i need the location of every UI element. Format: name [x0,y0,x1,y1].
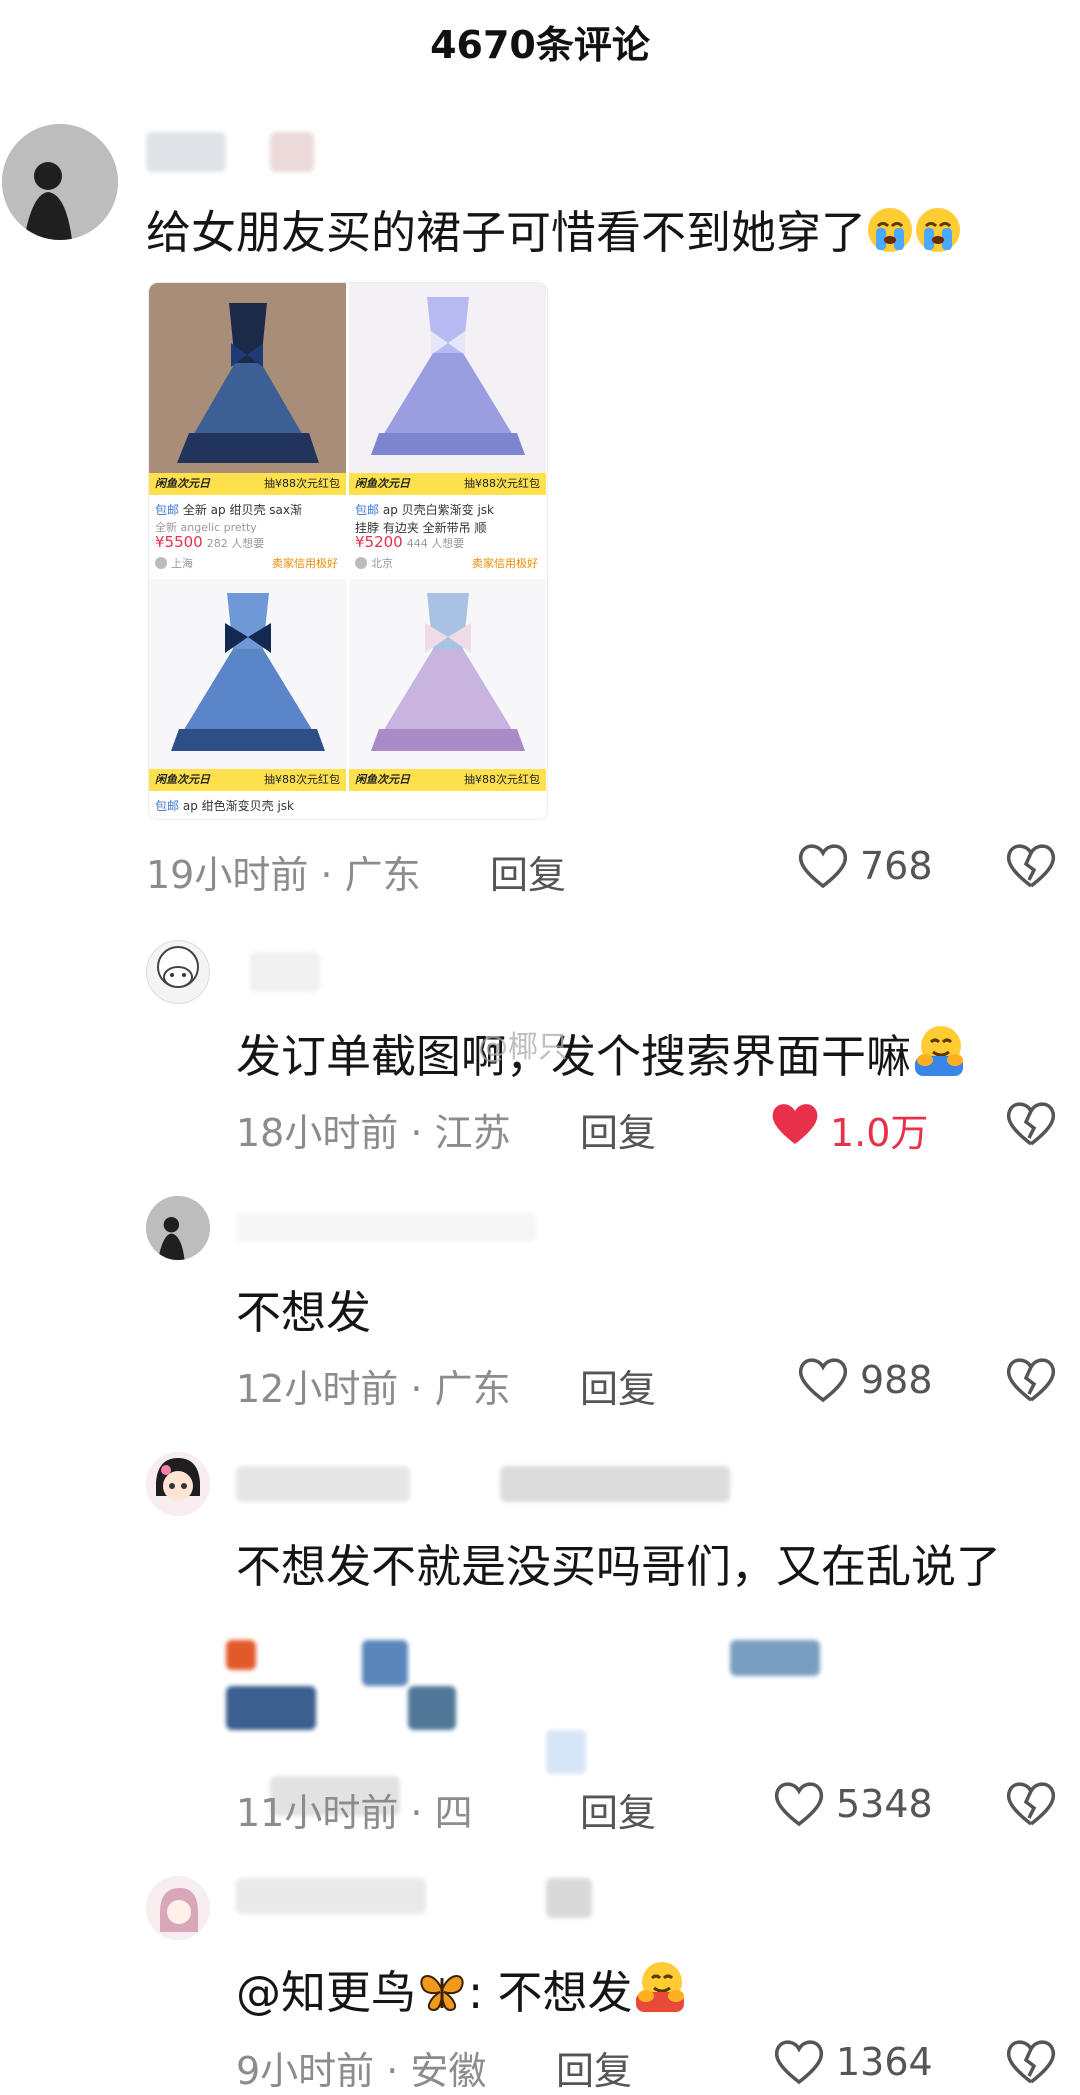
comment-text: 不想发 [236,1286,372,1339]
avatar[interactable] [146,1196,210,1260]
avatar[interactable] [146,940,210,1004]
like-count: 1.0万 [830,1111,929,1155]
broken-heart-icon[interactable] [1004,1778,1058,1832]
hugging-face-icon [911,1022,967,1089]
hugging-face-icon [632,1958,688,2025]
promo-banner: 闲鱼次元日 抽¥88次元红包 [349,473,546,495]
comment-time-location: 9小时前 · 安徽 [236,2049,487,2093]
product-card: 闲鱼次元日 抽¥88次元红包 包邮 ap 绀色渐变贝壳 jsk [149,579,346,819]
avatar[interactable] [146,1876,210,1940]
comment-time-location: 11小时前 · 四 [236,1791,473,1835]
username-redacted [270,132,314,172]
comment-text: @知更鸟 : 不想发 [236,1956,688,2025]
comment-time-location: 18小时前 · 江苏 [236,1111,511,1155]
location-icon [355,557,367,569]
crying-face-icon [914,206,962,265]
comment-text: 给女朋友买的裙子可惜看不到她穿了 [146,196,962,265]
heart-icon[interactable] [796,840,850,894]
username-redacted [236,1466,410,1502]
product-title: 包邮 全新 ap 绀贝壳 sax渐 [155,503,302,517]
username-redacted [236,1878,426,1914]
butterfly-icon [416,1968,468,2025]
comment-image[interactable]: 闲鱼次元日 抽¥88次元红包 包邮 全新 ap 绀贝壳 sax渐 全新 ange… [148,282,548,820]
reply-button[interactable]: 回复 [580,1358,656,1413]
username-redacted [500,1466,730,1502]
heart-icon[interactable] [796,1354,850,1408]
silhouette-icon [2,124,118,240]
heart-icon[interactable] [772,1778,826,1832]
reply-button[interactable]: 回复 [556,2040,632,2095]
product-price: ¥5200 444 人想要 [355,533,465,551]
product-card: 闲鱼次元日 抽¥88次元红包 包邮 全新 ap 绀贝壳 sax渐 全新 ange… [149,283,346,551]
product-card: 闲鱼次元日 抽¥88次元红包 包邮 ap 贝壳白紫渐变 jsk 挂脖 有边夹 全… [349,283,546,551]
comment-text: 发订单截图啊，发个搜索界面干嘛 [236,1020,967,1089]
broken-heart-icon[interactable] [1004,840,1058,894]
promo-banner: 闲鱼次元日 抽¥88次元红包 [149,473,346,495]
avatar[interactable] [146,1452,210,1516]
username-redacted [146,132,226,172]
product-title: 包邮 ap 贝壳白紫渐变 jsk [355,503,494,517]
silhouette-icon [146,1196,210,1260]
username-redacted [250,952,320,992]
broken-heart-icon[interactable] [1004,1098,1058,1152]
anime-girl-icon [146,1452,210,1516]
product-title: 包邮 ap 绀色渐变贝壳 jsk [155,799,294,813]
seller-row: 上海 卖家信用极好 [149,553,346,573]
reply-button[interactable]: 回复 [490,844,566,899]
comment-time-location: 19小时前 · 广东 [146,853,421,897]
comment-time-location: 12小时前 · 广东 [236,1367,511,1411]
crying-face-icon [866,206,914,265]
like-count: 768 [860,844,933,888]
sheep-icon [157,946,199,988]
promo-banner: 闲鱼次元日 抽¥88次元红包 [149,769,346,791]
like-count: 988 [860,1358,933,1402]
seller-row: 北京 卖家信用极好 [349,553,546,573]
anime-girl-icon [146,1876,210,1940]
broken-heart-icon[interactable] [1004,1354,1058,1408]
like-count: 1364 [836,2040,933,2084]
like-count: 5348 [836,1782,933,1826]
reply-button[interactable]: 回复 [580,1102,656,1157]
broken-heart-icon[interactable] [1004,2036,1058,2090]
location-icon [155,557,167,569]
reply-button[interactable]: 回复 [580,1782,656,1837]
username-redacted [236,1212,536,1242]
heart-icon[interactable] [772,2036,826,2090]
avatar[interactable] [2,124,118,240]
dress-photo [349,579,546,769]
comments-count-title: 4670条评论 [430,23,650,67]
dress-photo [349,283,546,473]
heart-filled-icon[interactable] [768,1098,822,1152]
product-card: 闲鱼次元日 抽¥88次元红包 [349,579,546,819]
comment-text: 不想发不就是没买吗哥们，又在乱说了 [236,1540,1002,1593]
product-price: ¥5500 282 人想要 [155,533,265,551]
watermark: @椰只 [478,1030,568,1065]
dress-photo [149,579,346,769]
promo-banner: 闲鱼次元日 抽¥88次元红包 [349,769,546,791]
username-redacted [546,1878,592,1918]
dress-photo [149,283,346,473]
